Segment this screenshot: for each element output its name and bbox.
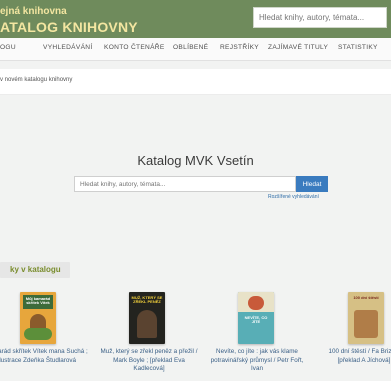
nav-item-rejstriky[interactable]: REJSTŘÍKY <box>220 44 259 51</box>
cover-illustration <box>24 328 52 340</box>
nav-item-katalogu[interactable]: OGU <box>0 44 16 51</box>
book-caption-3[interactable]: Nevíte, co jíte : jak vás klame potravin… <box>206 348 308 374</box>
brand-line2: ATALOG KNIHOVNY <box>0 19 138 35</box>
book-caption-2[interactable]: Muž, který se zřekl peněz a přežil / Mar… <box>98 348 200 374</box>
header-bar: ejná knihovna ATALOG KNIHOVNY <box>0 0 391 38</box>
cover-illustration <box>248 296 264 310</box>
brand-line1: ejná knihovna <box>0 6 67 17</box>
nav-item-oblibene[interactable]: OBLÍBENÉ <box>173 44 208 51</box>
nav-item-konto-ctenare[interactable]: KONTO ČTENÁŘE <box>104 44 165 51</box>
section-heading-label: ky v katalogu <box>10 265 61 274</box>
cover-illustration <box>137 310 157 338</box>
header-search-input[interactable] <box>253 7 387 28</box>
breadcrumb: v novém katalogu knihovny <box>0 77 73 83</box>
book-caption-4[interactable]: 100 dní štěstí / Fa Brizzi ; [překlad A … <box>320 348 391 365</box>
book-cover-1[interactable]: Můj kamarád skřítek Vítek <box>20 292 56 344</box>
catalog-search-input[interactable] <box>74 176 296 192</box>
breadcrumb-bar: v novém katalogu knihovny <box>0 69 391 95</box>
book-cover-title-4: 100 dní štěstí <box>353 295 379 300</box>
advanced-search-link[interactable]: Rozšířené vyhledávání <box>268 194 319 200</box>
book-cover-4[interactable]: 100 dní štěstí <box>348 292 384 344</box>
book-cover-3[interactable]: NEVÍTE, CO JÍTE <box>238 292 274 344</box>
book-cover-title-1: Můj kamarád skřítek Vítek <box>25 296 51 306</box>
search-button[interactable]: Hledat <box>296 176 328 192</box>
book-cover-title-2: MUŽ, KTERÝ SE ZŘEKL PENĚZ <box>131 295 163 305</box>
main-nav: OGU VYHLEDÁVÁNÍ KONTO ČTENÁŘE OBLÍBENÉ R… <box>0 38 391 61</box>
book-cover-2[interactable]: MUŽ, KTERÝ SE ZŘEKL PENĚZ <box>129 292 165 344</box>
nav-item-statistiky[interactable]: STATISTIKY <box>338 44 378 51</box>
nav-item-zajimave-tituly[interactable]: ZAJÍMAVÉ TITULY <box>268 44 328 51</box>
cover-illustration <box>354 310 378 338</box>
page-title: Katalog MVK Vsetín <box>137 153 254 168</box>
nav-item-vyhledavani[interactable]: VYHLEDÁVÁNÍ <box>43 44 92 51</box>
section-heading: ky v katalogu <box>0 262 70 278</box>
book-cover-title-3: NEVÍTE, CO JÍTE <box>244 315 268 325</box>
book-caption-1[interactable]: kamarád skřítek Vítek mana Suchá ; ilust… <box>0 348 88 365</box>
